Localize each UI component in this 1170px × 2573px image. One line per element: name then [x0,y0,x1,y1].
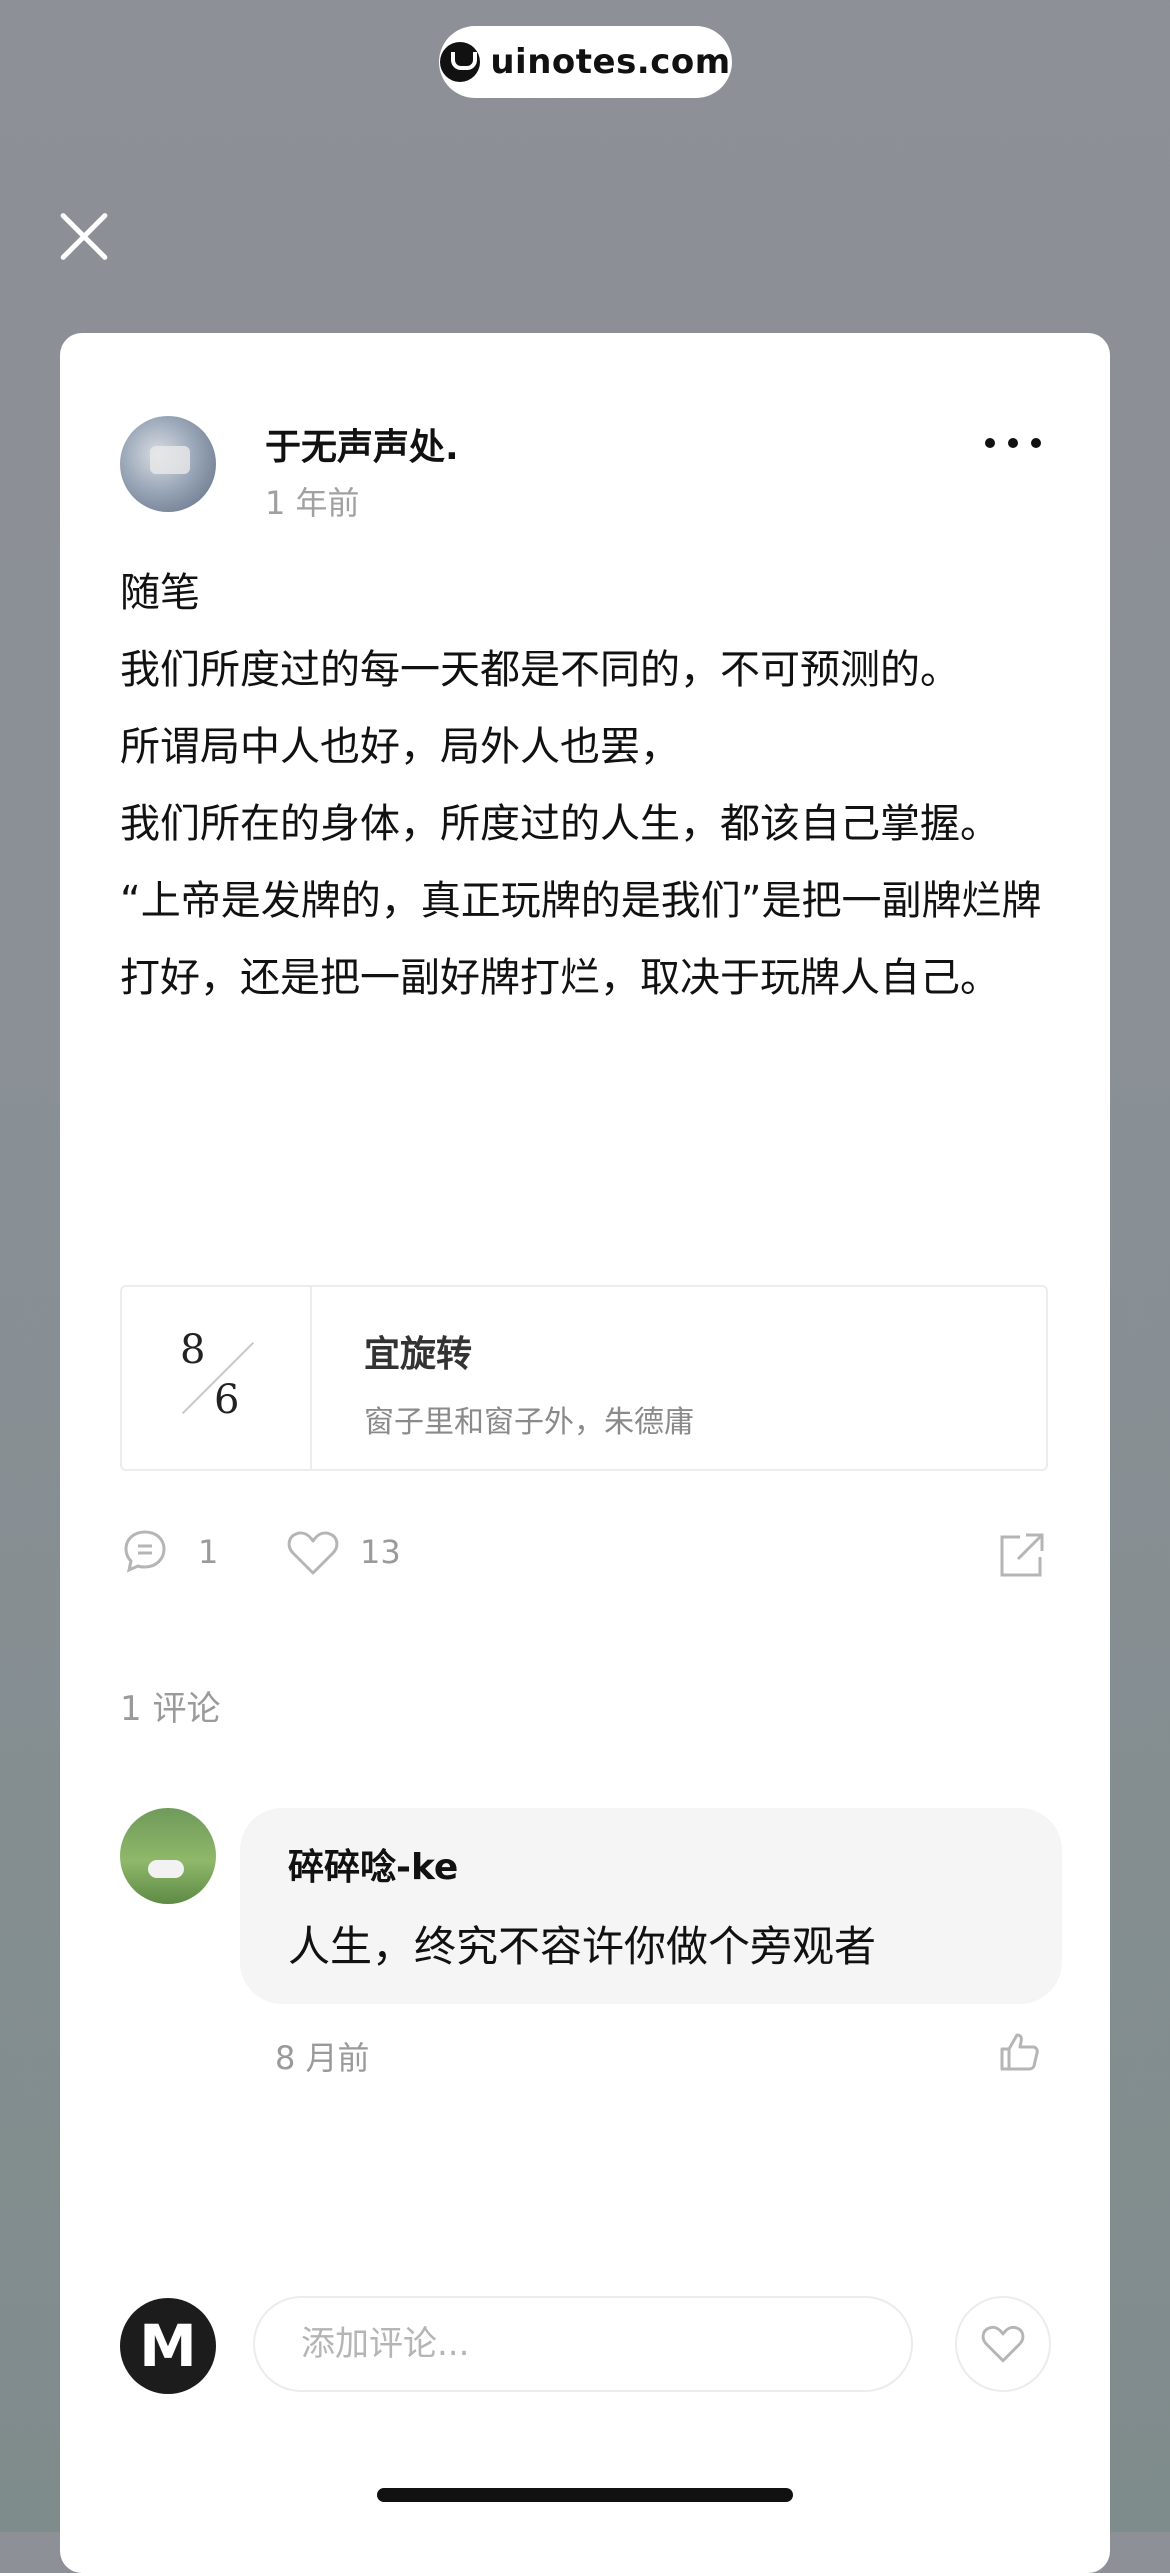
quote-subtitle: 窗子里和窗子外，朱德庸 [364,1405,694,1440]
my-avatar-letter: M [139,2312,197,2380]
post-paragraph: 我们所在的身体，所度过的人生，都该自己掌握。 [120,801,1000,847]
action-bar: 1 13 [120,1523,1050,1593]
author-avatar[interactable] [120,416,216,512]
post-paragraph: 所谓局中人也好，局外人也罢， [120,724,680,770]
more-options-icon[interactable] [985,435,1041,451]
comments-heading: 1 评论 [120,1689,221,1729]
commenter-name[interactable]: 碎碎唸-ke [288,1838,458,1890]
comment-time: 8 月前 [275,2039,370,2077]
thumbs-up-icon[interactable] [998,2031,1040,2073]
heart-icon [981,2325,1025,2363]
watermark-text: uinotes.com [490,42,731,82]
date-day: 6 [214,1377,240,1423]
commenter-avatar[interactable] [120,1808,216,1904]
post-paragraph: “上帝是发牌的，真正玩牌的是我们”是把一副牌烂牌打好，还是把一副好牌打烂，取决于… [120,878,1042,1001]
post-paragraph: 我们所度过的每一天都是不同的，不可预测的。 [120,647,960,693]
comment-input[interactable]: 添加评论... [253,2296,913,2392]
home-indicator [377,2488,793,2502]
date-month: 8 [180,1327,206,1373]
comment-bubble[interactable]: 碎碎唸-ke 人生，终究不容许你做个旁观者 [240,1808,1062,2004]
comment-icon[interactable] [122,1529,168,1573]
quote-card[interactable]: 8 6 宜旋转 窗子里和窗子外，朱德庸 [120,1285,1048,1471]
quote-title: 宜旋转 [364,1334,473,1375]
post-paragraph: 随笔 [120,570,200,616]
watermark-badge: uinotes.com [439,26,732,98]
post-body: 随笔 我们所度过的每一天都是不同的，不可预测的。 所谓局中人也好，局外人也罢， … [120,555,1050,1017]
like-count: 13 [360,1533,401,1571]
author-name[interactable]: 于无声声处. [265,418,459,470]
comment-count: 1 [198,1533,219,1571]
close-icon[interactable] [58,210,110,262]
comment-text: 人生，终究不容许你做个旁观者 [288,1922,877,1971]
uinotes-logo-icon [440,42,481,82]
date-box: 8 6 [122,1287,312,1469]
post-card: 于无声声处. 1 年前 随笔 我们所度过的每一天都是不同的，不可预测的。 所谓局… [60,333,1110,2573]
like-button[interactable] [955,2296,1051,2392]
post-time: 1 年前 [265,484,360,522]
heart-icon[interactable] [287,1529,339,1577]
my-avatar[interactable]: M [120,2298,216,2394]
share-icon[interactable] [998,1531,1046,1579]
